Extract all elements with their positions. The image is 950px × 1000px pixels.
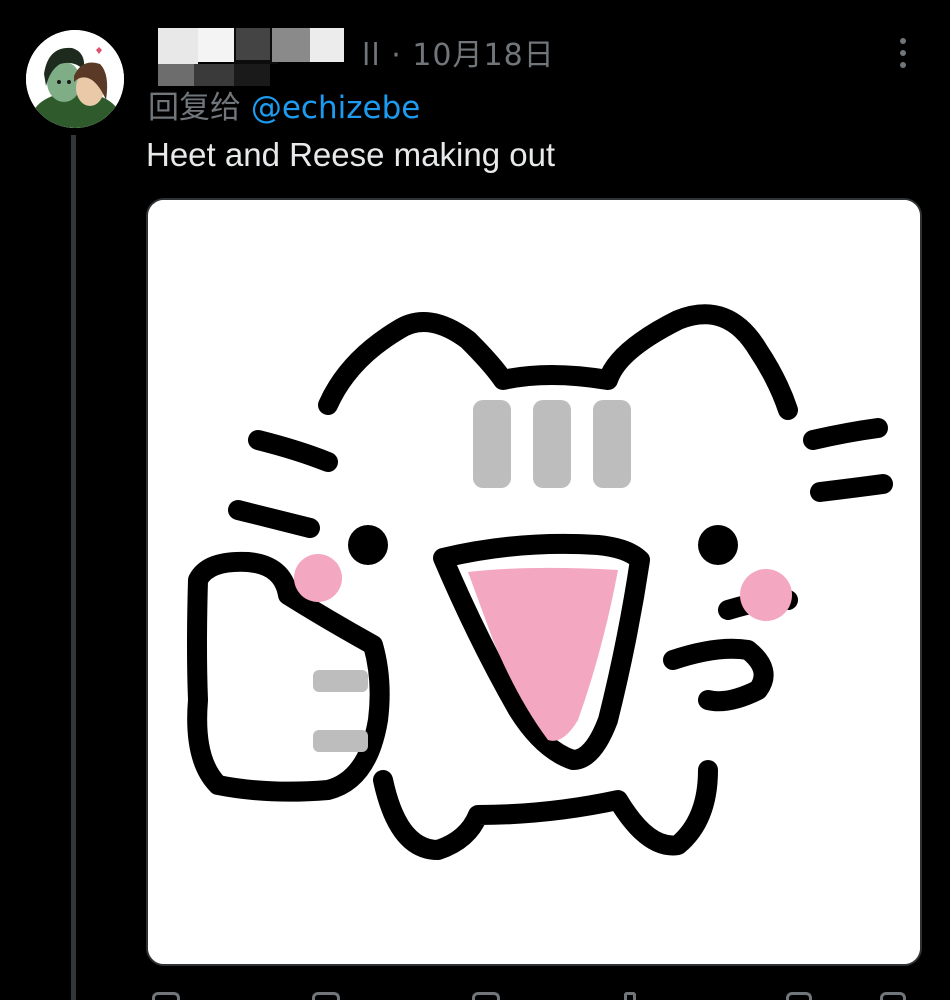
tweet-actions: [146, 986, 922, 1000]
tweet-header: ll · 10月18日: [150, 22, 890, 86]
like-icon[interactable]: [472, 992, 500, 1000]
retweet-icon[interactable]: [312, 992, 340, 1000]
tweet: ll · 10月18日 回复给 @echizebe Heet and Reese…: [0, 0, 950, 1000]
share-icon[interactable]: [880, 992, 906, 1000]
meta-separator: ·: [391, 38, 402, 73]
tweet-date[interactable]: 10月18日: [412, 38, 554, 73]
reply-context: 回复给 @echizebe: [148, 82, 420, 127]
media-image[interactable]: [146, 198, 922, 966]
reply-prefix: 回复给: [148, 90, 241, 126]
handle-tail[interactable]: ll: [362, 38, 381, 73]
reply-icon[interactable]: [152, 992, 180, 1000]
tweet-text: Heet and Reese making out: [146, 136, 556, 173]
thread-line: [71, 135, 76, 1000]
reply-mention-link[interactable]: @echizebe: [251, 90, 420, 126]
views-icon[interactable]: [624, 992, 636, 1000]
cat-meme-drawing: [148, 200, 920, 964]
tweet-meta: ll · 10月18日: [362, 30, 555, 74]
more-options-icon[interactable]: [893, 34, 913, 70]
avatar[interactable]: [26, 30, 124, 128]
bookmark-icon[interactable]: [786, 992, 812, 1000]
